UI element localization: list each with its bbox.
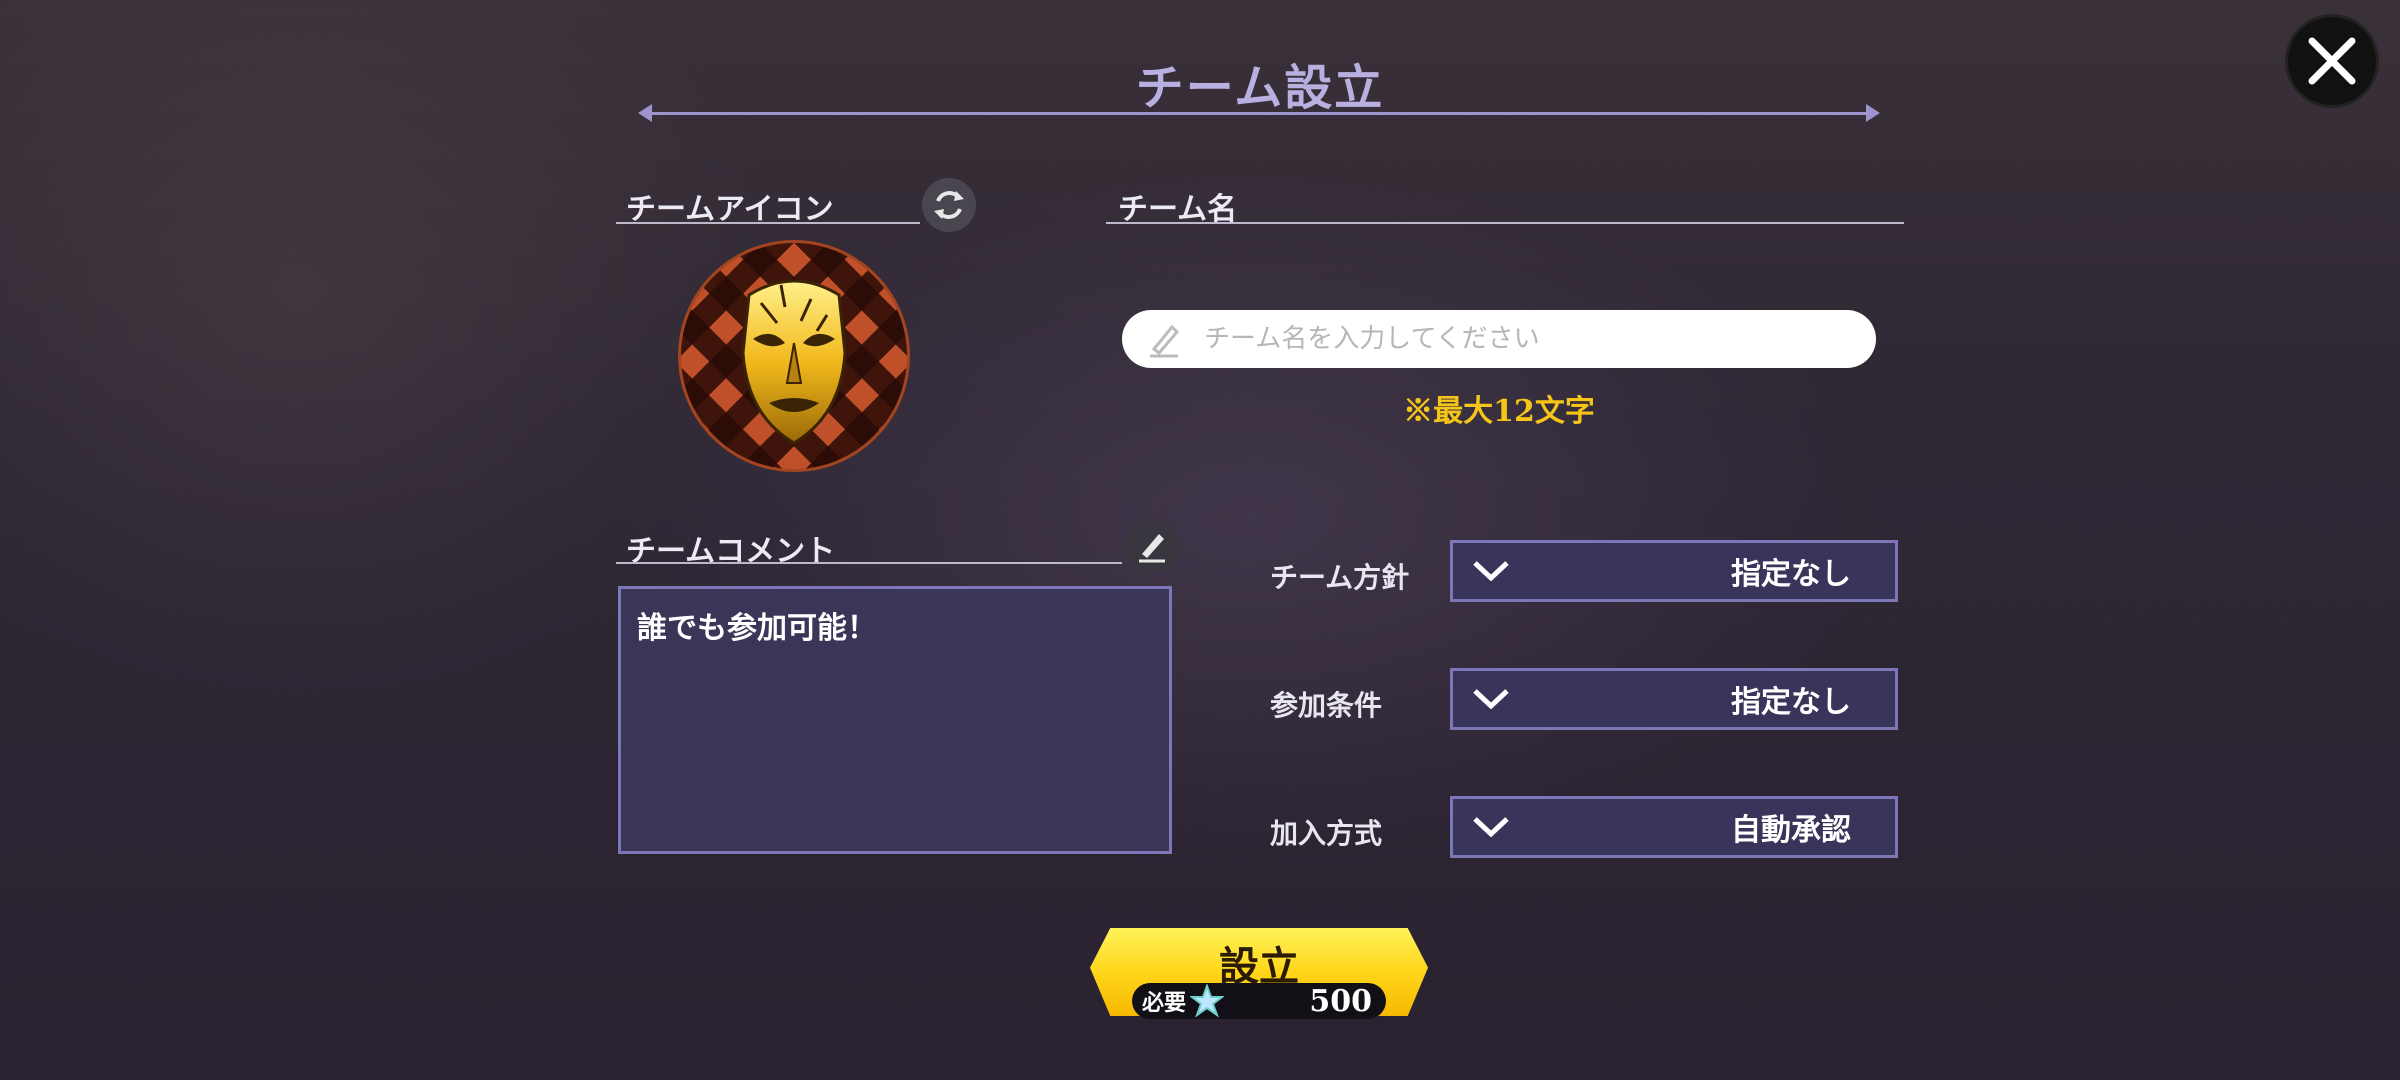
policy-value: 指定なし <box>1731 557 1851 592</box>
join-method-dropdown[interactable]: 自動承認 <box>1450 796 1898 858</box>
divider-arrow-left <box>638 104 652 122</box>
pencil-icon <box>1150 324 1180 358</box>
chevron-down-icon <box>1473 561 1509 582</box>
divider-arrow-right <box>1866 104 1880 122</box>
chevron-down-icon <box>1473 817 1509 838</box>
stone-mask-emblem <box>741 279 847 445</box>
team-name-input[interactable] <box>1202 323 1846 355</box>
pencil-icon <box>1139 534 1165 563</box>
close-icon <box>2308 37 2356 85</box>
edit-comment-button[interactable] <box>1124 518 1180 574</box>
title-divider <box>638 104 1880 122</box>
policy-dropdown[interactable]: 指定なし <box>1450 540 1898 602</box>
setting-label-conditions: 参加条件 <box>1270 689 1383 722</box>
team-name-field[interactable] <box>1122 310 1876 368</box>
page-title: チーム設立 <box>1135 60 1385 116</box>
setting-label-join-method: 加入方式 <box>1270 817 1383 850</box>
team-icon-underline <box>616 222 920 224</box>
team-name-underline <box>1106 222 1904 224</box>
close-button[interactable] <box>2285 14 2379 108</box>
chevron-down-icon <box>1473 689 1509 710</box>
team-comment-textbox[interactable]: 誰でも参加可能！ <box>618 586 1172 854</box>
cost-label: 必要 <box>1142 990 1187 1016</box>
establish-cost: 必要 500 <box>1132 983 1386 1019</box>
cost-value: 500 <box>1309 983 1372 1019</box>
star-icon <box>1190 984 1225 1018</box>
change-icon-button[interactable] <box>922 178 976 232</box>
join-method-value: 自動承認 <box>1731 813 1851 848</box>
conditions-dropdown[interactable]: 指定なし <box>1450 668 1898 730</box>
setting-label-policy: チーム方針 <box>1270 561 1410 594</box>
conditions-value: 指定なし <box>1731 685 1851 720</box>
cost-requirement: 必要 <box>1142 984 1225 1018</box>
team-icon-avatar[interactable] <box>678 240 910 472</box>
team-comment-underline <box>616 562 1122 564</box>
team-name-limit-note: ※最大12文字 <box>1403 394 1595 429</box>
refresh-icon <box>934 191 964 219</box>
